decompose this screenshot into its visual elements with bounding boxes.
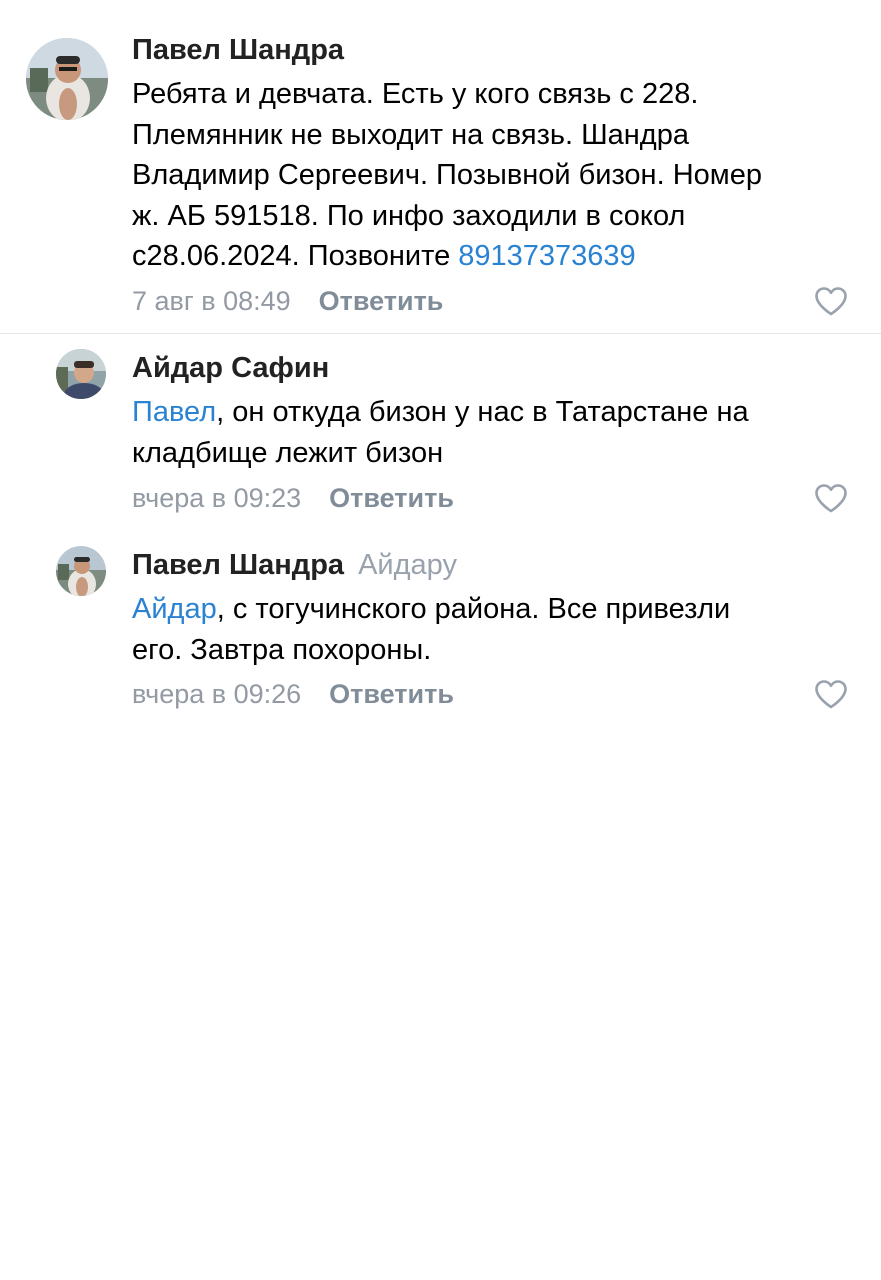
avatar-photo (56, 349, 106, 399)
comment-text-line: кладбище лежит бизон (132, 436, 444, 469)
comment-meta: 7 авг в 08:49 Ответить (132, 284, 443, 318)
heart-outline-icon (815, 680, 847, 709)
comment-text: Айдар, с тогучинского района. Все привез… (132, 589, 862, 670)
comment-text: Ребята и девчата. Есть у кого связь с 22… (132, 74, 862, 277)
comment-text-line: ж. АБ 591518. По инфо заходили в сокол (132, 199, 686, 232)
like-button[interactable] (814, 483, 848, 513)
comment-text-segment: с28.06.2024. Позвоните (132, 240, 459, 272)
comment-text-line: с28.06.2024. Позвоните 89137373639 (132, 236, 862, 277)
like-button[interactable] (814, 679, 848, 709)
avatar-photo (56, 546, 106, 596)
comment-text-segment: , с тогучинского района. Все привезли (216, 593, 731, 625)
comment-meta: вчера в 09:26 Ответить (132, 677, 454, 711)
divider (0, 333, 881, 334)
comment-text-line: Ребята и девчата. Есть у кого связь с 22… (132, 78, 699, 110)
reply-button[interactable]: Ответить (319, 286, 444, 316)
comment-meta: вчера в 09:23 Ответить (132, 481, 454, 515)
author-name[interactable]: Айдар Сафин (132, 352, 329, 384)
author-name[interactable]: Павел Шандра (132, 549, 344, 581)
comment-text-line: Павел, он откуда бизон у нас в Татарстан… (132, 392, 862, 433)
author-line: Павел Шандра (132, 32, 344, 68)
like-button[interactable] (814, 286, 848, 316)
author-line: Павел Шандра Айдару (132, 547, 457, 583)
comment-time[interactable]: 7 авг в 08:49 (132, 286, 291, 316)
heart-outline-icon (815, 287, 847, 316)
avatar-photo (26, 38, 108, 120)
heart-outline-icon (815, 484, 847, 513)
comment-time[interactable]: вчера в 09:23 (132, 483, 301, 513)
author-line: Айдар Сафин (132, 350, 329, 386)
avatar[interactable] (26, 38, 108, 120)
author-name[interactable]: Павел Шандра (132, 34, 344, 66)
comment-time[interactable]: вчера в 09:26 (132, 679, 301, 709)
reply-to-label[interactable]: Айдару (358, 549, 457, 581)
mention-link[interactable]: Айдар (132, 593, 217, 625)
comment-text-line: Племянник не выходит на связь. Шандра (132, 118, 689, 151)
mention-link[interactable]: Павел (132, 396, 216, 428)
reply-button[interactable]: Ответить (329, 483, 454, 513)
comment-text-line: его. Завтра похороны. (132, 633, 432, 666)
avatar[interactable] (56, 349, 106, 399)
comment-text-line: Владимир Сергеевич. Позывной бизон. Номе… (132, 159, 762, 191)
phone-link[interactable]: 89137373639 (458, 240, 635, 272)
reply-button[interactable]: Ответить (329, 679, 454, 709)
comment-text-line: Айдар, с тогучинского района. Все привез… (132, 589, 862, 630)
comment-text-segment: , он откуда бизон у нас в Татарстане на (216, 396, 749, 428)
comment-text: Павел, он откуда бизон у нас в Татарстан… (132, 392, 862, 473)
avatar[interactable] (56, 546, 106, 596)
